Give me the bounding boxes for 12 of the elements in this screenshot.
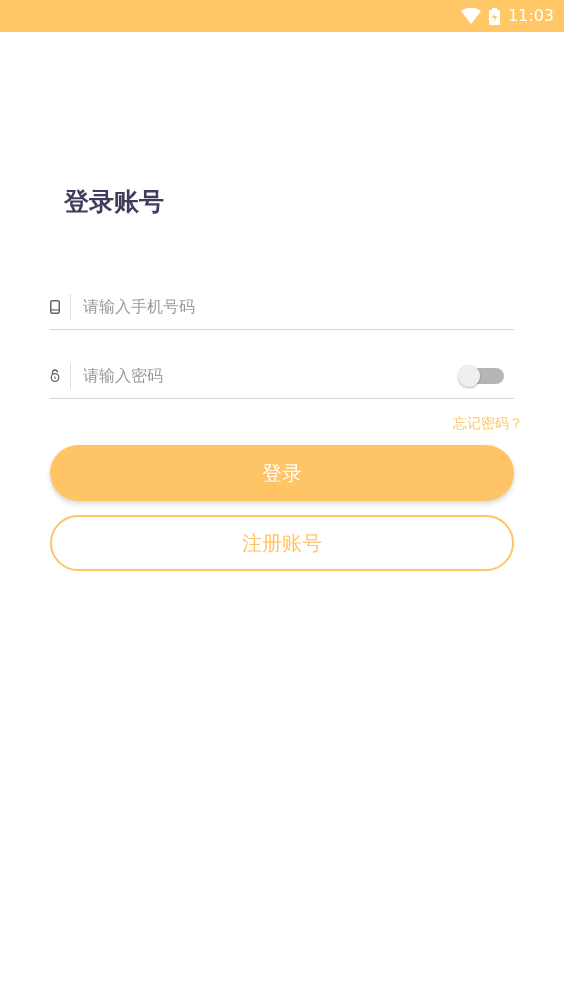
password-visibility-toggle[interactable] bbox=[458, 364, 504, 387]
forgot-password-link[interactable]: 忘记密码？ bbox=[453, 411, 523, 435]
login-button[interactable]: 登录 bbox=[50, 445, 514, 501]
lock-icon bbox=[50, 369, 60, 382]
register-button[interactable]: 注册账号 bbox=[50, 515, 514, 571]
password-input-field[interactable]: 请输入密码 bbox=[71, 360, 458, 391]
page-title: 登录账号 bbox=[64, 186, 165, 218]
battery-icon bbox=[488, 7, 500, 25]
clock-time: 11:03 bbox=[507, 5, 554, 27]
phone-icon bbox=[50, 299, 60, 314]
wifi-icon bbox=[460, 8, 481, 24]
phone-input-field[interactable]: 请输入手机号码 bbox=[71, 291, 514, 322]
